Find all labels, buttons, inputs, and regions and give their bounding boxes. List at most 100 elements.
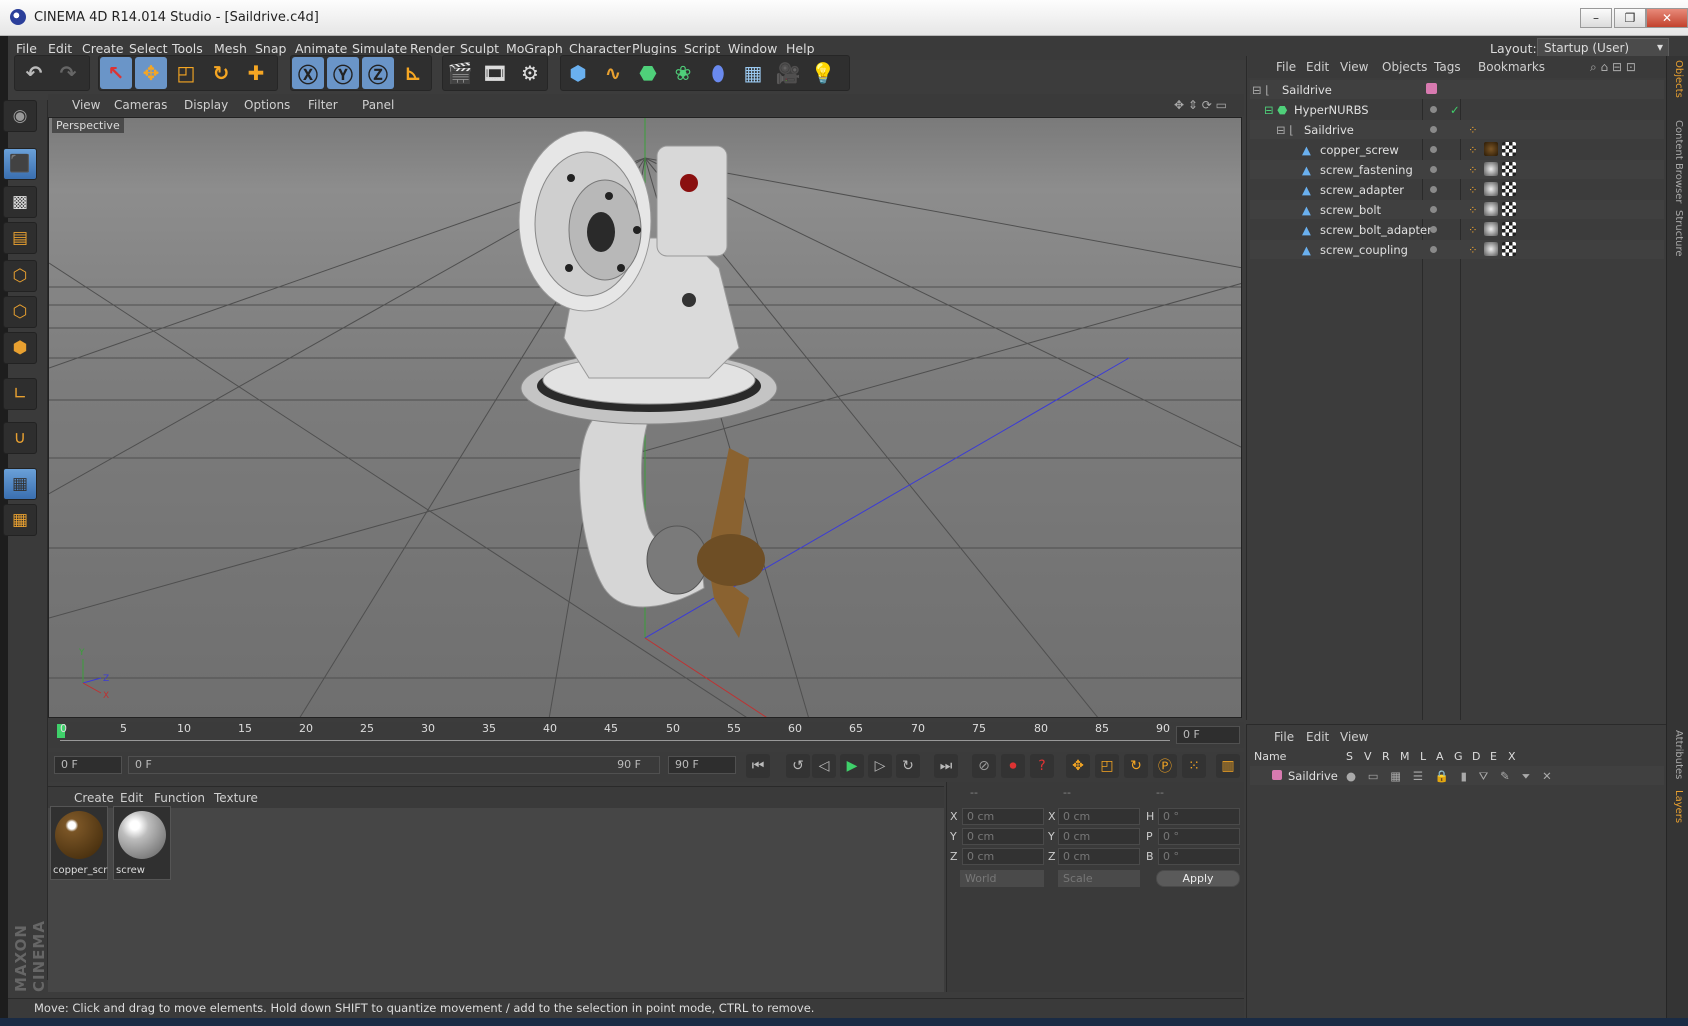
rotate-tool-icon[interactable]: ↻	[205, 57, 237, 89]
timeline-ruler[interactable]	[48, 722, 1244, 748]
visibility-dot[interactable]	[1430, 126, 1437, 133]
end-frame-field[interactable]: 90 F	[668, 756, 736, 774]
minimize-button[interactable]: –	[1580, 8, 1612, 28]
redo-icon[interactable]: ↷	[52, 57, 84, 89]
phong-tag-icon[interactable]: ⁘	[1468, 143, 1478, 157]
key-scale-icon[interactable]: ◰	[1095, 754, 1119, 778]
viewport-menu-filter[interactable]: Filter	[308, 98, 338, 112]
points-mode-icon[interactable]: ⬡	[3, 260, 37, 292]
object-row[interactable]: ▲ copper_screw ⁘	[1250, 140, 1664, 159]
frame-range-slider[interactable]: 0 F 90 F	[128, 756, 660, 774]
object-row[interactable]: ▲ screw_adapter ⁘	[1250, 180, 1664, 199]
size-x-field[interactable]: 0 cm	[1058, 808, 1140, 825]
viewport-menu-view[interactable]: View	[72, 98, 100, 112]
menu-mograph[interactable]: MoGraph	[506, 41, 563, 56]
tab-attributes[interactable]: Attributes	[1668, 730, 1684, 779]
axis-mode-icon[interactable]: ∟	[3, 378, 37, 410]
menu-mesh[interactable]: Mesh	[214, 41, 247, 56]
uvw-tag-icon[interactable]	[1502, 142, 1516, 156]
uvw-tag-icon[interactable]	[1502, 222, 1516, 236]
visibility-dot[interactable]	[1430, 106, 1437, 113]
uvw-tag-icon[interactable]	[1502, 242, 1516, 256]
menu-window[interactable]: Window	[728, 41, 777, 56]
menu-script[interactable]: Script	[684, 41, 720, 56]
viewport-menu-display[interactable]: Display	[184, 98, 228, 112]
position-z-field[interactable]: 0 cm	[962, 848, 1044, 865]
viewport-navigation-icons[interactable]: ✥ ⇕ ⟳ ▭	[1174, 98, 1227, 112]
position-y-field[interactable]: 0 cm	[962, 828, 1044, 845]
edges-mode-icon[interactable]: ⬡	[3, 296, 37, 328]
key-pla-icon[interactable]: ⁙	[1182, 754, 1206, 778]
texture-mode-icon[interactable]: ▩	[3, 186, 37, 218]
tab-content-browser[interactable]: Content Browser	[1668, 120, 1684, 203]
previous-key-icon[interactable]: ↺	[786, 754, 810, 778]
menu-tools[interactable]: Tools	[172, 41, 203, 56]
rotation-b-field[interactable]: 0 °	[1158, 848, 1240, 865]
undo-icon[interactable]: ↶	[18, 57, 50, 89]
visibility-dot[interactable]	[1430, 246, 1437, 253]
position-x-field[interactable]: 0 cm	[962, 808, 1044, 825]
uvw-tag-icon[interactable]	[1502, 162, 1516, 176]
material-tag-icon[interactable]	[1484, 162, 1498, 176]
phong-tag-icon[interactable]: ⁘	[1468, 203, 1478, 217]
visibility-dot[interactable]	[1430, 206, 1437, 213]
camera-icon[interactable]: 🎥	[772, 57, 804, 89]
size-mode-dropdown[interactable]: Scale	[1058, 870, 1140, 887]
object-menu-file[interactable]: File	[1276, 60, 1296, 74]
object-menu-tags[interactable]: Tags	[1434, 60, 1461, 74]
spline-icon[interactable]: ∿	[597, 57, 629, 89]
start-frame-field[interactable]: 0 F	[54, 756, 122, 774]
layout-dropdown[interactable]: Startup (User) ▾	[1537, 38, 1669, 57]
layer-menu-edit[interactable]: Edit	[1306, 730, 1329, 744]
add-tool-icon[interactable]: ✚	[240, 57, 272, 89]
material-tag-icon[interactable]	[1484, 242, 1498, 256]
visibility-dot[interactable]	[1430, 146, 1437, 153]
material-swatch-screw[interactable]: screw	[113, 806, 171, 880]
apply-button[interactable]: Apply	[1156, 870, 1240, 887]
visibility-dot[interactable]	[1430, 226, 1437, 233]
cube-icon[interactable]: ⬢	[562, 57, 594, 89]
object-row[interactable]: ⊟ ⬣ HyperNURBS ✓	[1250, 100, 1664, 119]
menu-simulate[interactable]: Simulate	[352, 41, 407, 56]
x-axis-lock-icon[interactable]: Ⓧ	[292, 57, 324, 89]
layer-flag-icons[interactable]: ● ▭ ▦ ☰ 🔒 ▮ ⛛ ✎ ⏷ ✕	[1346, 769, 1556, 784]
material-menu-edit[interactable]: Edit	[120, 791, 143, 805]
model-mode-icon[interactable]: ⬛	[3, 148, 37, 180]
object-menu-view[interactable]: View	[1340, 60, 1368, 74]
visibility-dot[interactable]	[1430, 186, 1437, 193]
go-to-end-icon[interactable]: ⏭	[934, 754, 958, 778]
search-icon[interactable]: ⌕ ⌂ ⊟ ⊡	[1590, 60, 1636, 75]
key-position-icon[interactable]: ✥	[1066, 754, 1090, 778]
deformer-icon[interactable]: ⬮	[702, 57, 734, 89]
render-settings-icon[interactable]: ⚙	[514, 57, 546, 89]
size-y-field[interactable]: 0 cm	[1058, 828, 1140, 845]
size-z-field[interactable]: 0 cm	[1058, 848, 1140, 865]
floor-icon[interactable]: ▦	[737, 57, 769, 89]
material-menu-texture[interactable]: Texture	[214, 791, 258, 805]
layer-menu-file[interactable]: File	[1274, 730, 1294, 744]
locked-workplane-icon[interactable]: ▦	[3, 468, 37, 500]
close-button[interactable]: ✕	[1646, 8, 1688, 28]
previous-frame-icon[interactable]: ◁	[812, 754, 836, 778]
menu-render[interactable]: Render	[410, 41, 455, 56]
workplane-mode-icon[interactable]: ▤	[3, 222, 37, 254]
object-row[interactable]: ⊟ ⌊ Saildrive ⁘	[1250, 120, 1664, 139]
menu-edit[interactable]: Edit	[48, 41, 72, 56]
render-view-icon[interactable]: 🎬	[444, 57, 476, 89]
perspective-viewport[interactable]: Y Z X	[48, 117, 1242, 718]
planar-workplane-icon[interactable]: ▦	[3, 504, 37, 536]
phong-tag-icon[interactable]: ⁘	[1468, 243, 1478, 257]
autokey-off-icon[interactable]: ⊘	[972, 754, 996, 778]
viewport-menu-panel[interactable]: Panel	[362, 98, 394, 112]
live-selection-icon[interactable]: ↖	[100, 57, 132, 89]
phong-tag-icon[interactable]: ⁘	[1468, 223, 1478, 237]
scale-tool-icon[interactable]: ◰	[170, 57, 202, 89]
material-swatch-copper[interactable]: copper_scr	[50, 806, 108, 880]
menu-snap[interactable]: Snap	[255, 41, 286, 56]
checkmark-icon[interactable]: ✓	[1450, 103, 1460, 117]
object-row[interactable]: ⊟ ⌊ Saildrive	[1250, 80, 1664, 99]
menu-character[interactable]: Character	[569, 41, 631, 56]
coordinate-system-icon[interactable]: ⊾	[397, 57, 429, 89]
tab-objects[interactable]: Objects	[1668, 60, 1684, 98]
uvw-tag-icon[interactable]	[1502, 182, 1516, 196]
